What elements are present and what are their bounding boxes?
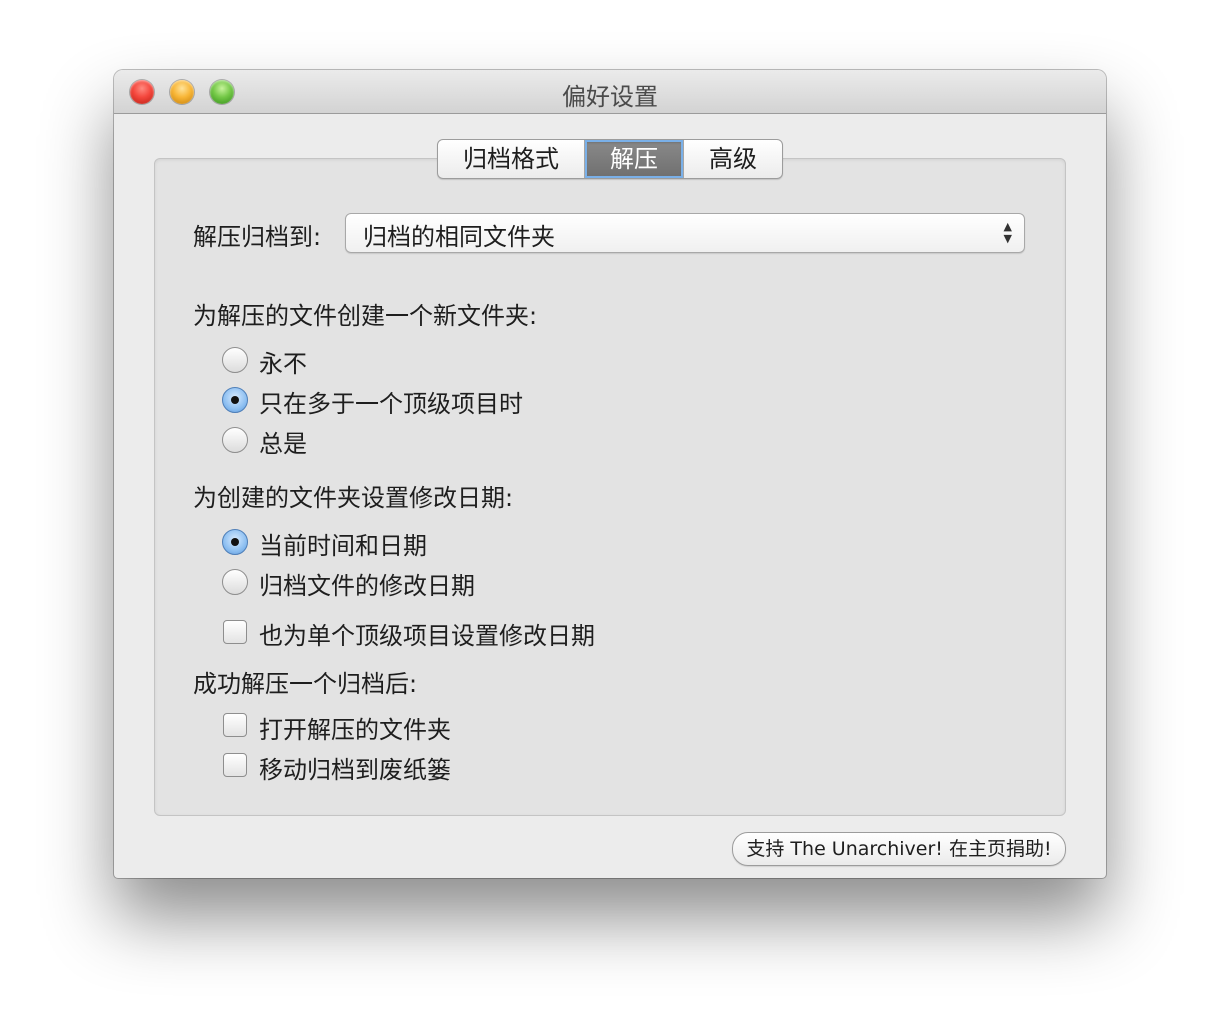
- radio-multiple-items[interactable]: [222, 387, 248, 413]
- checkbox-move-to-trash-label[interactable]: 移动归档到废纸篓: [259, 750, 451, 785]
- tab-extraction[interactable]: 解压: [585, 140, 684, 178]
- title-bar[interactable]: 偏好设置: [114, 70, 1106, 114]
- checkbox-open-folder-label[interactable]: 打开解压的文件夹: [259, 710, 451, 745]
- radio-archive-date-label[interactable]: 归档文件的修改日期: [259, 566, 475, 601]
- after-extract-heading: 成功解压一个归档后:: [193, 670, 418, 698]
- donate-button[interactable]: 支持 The Unarchiver! 在主页捐助!: [732, 832, 1066, 866]
- modify-date-heading: 为创建的文件夹设置修改日期:: [193, 484, 514, 512]
- desktop: 偏好设置 归档格式 解压 高级 解压归档到: 归档的相同文件夹 ▲ ▼ 为解压的文…: [0, 0, 1220, 1036]
- tab-advanced[interactable]: 高级: [684, 140, 782, 178]
- checkbox-open-folder[interactable]: [223, 713, 247, 737]
- window-title: 偏好设置: [562, 83, 658, 111]
- radio-multiple-items-label[interactable]: 只在多于一个顶级项目时: [259, 384, 523, 419]
- radio-current-time[interactable]: [222, 529, 248, 555]
- radio-always-label[interactable]: 总是: [259, 424, 307, 459]
- extract-to-label: 解压归档到:: [193, 223, 322, 251]
- tab-archive-formats[interactable]: 归档格式: [438, 140, 585, 178]
- popup-arrows-icon: ▲ ▼: [1003, 220, 1012, 245]
- checkbox-single-item-date[interactable]: [223, 620, 247, 644]
- new-folder-heading: 为解压的文件创建一个新文件夹:: [193, 302, 538, 330]
- radio-always[interactable]: [222, 427, 248, 453]
- radio-never[interactable]: [222, 347, 248, 373]
- checkbox-single-item-date-label[interactable]: 也为单个顶级项目设置修改日期: [259, 616, 595, 651]
- tab-bar: 归档格式 解压 高级: [437, 139, 783, 179]
- extract-to-popup[interactable]: 归档的相同文件夹 ▲ ▼: [345, 213, 1025, 253]
- preferences-window: 偏好设置 归档格式 解压 高级 解压归档到: 归档的相同文件夹 ▲ ▼ 为解压的文…: [114, 70, 1106, 878]
- radio-never-label[interactable]: 永不: [259, 344, 307, 379]
- checkbox-move-to-trash[interactable]: [223, 753, 247, 777]
- radio-current-time-label[interactable]: 当前时间和日期: [259, 526, 427, 561]
- extract-to-value: 归档的相同文件夹: [363, 223, 555, 251]
- radio-archive-date[interactable]: [222, 569, 248, 595]
